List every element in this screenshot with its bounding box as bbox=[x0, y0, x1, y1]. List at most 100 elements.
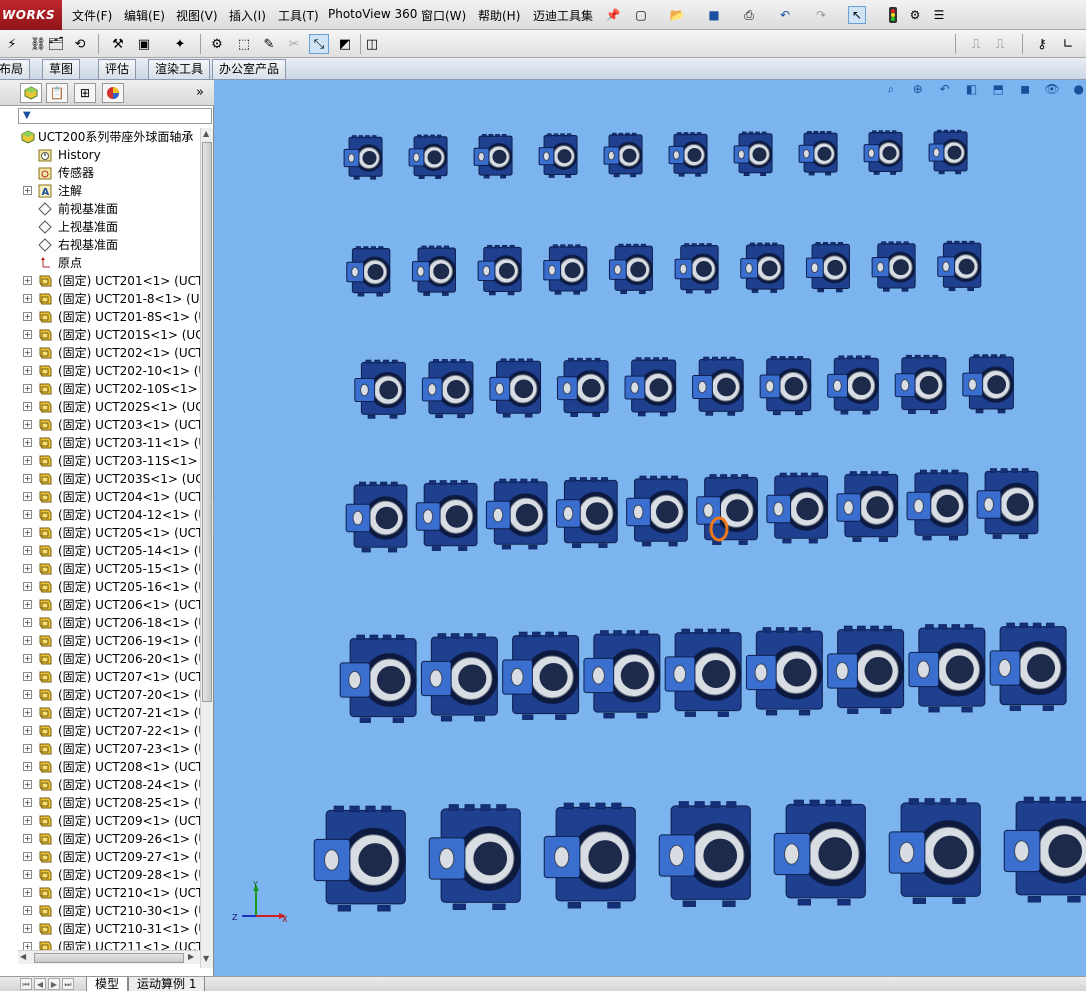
bearing-unit[interactable] bbox=[556, 357, 609, 417]
interference-detection-icon[interactable]: ✂ bbox=[284, 34, 304, 54]
expand-toggle-icon[interactable]: + bbox=[23, 294, 32, 303]
bearing-unit[interactable] bbox=[692, 356, 744, 416]
expand-toggle-icon[interactable]: + bbox=[23, 888, 32, 897]
bearing-unit[interactable] bbox=[428, 804, 521, 910]
expand-toggle-icon[interactable]: + bbox=[23, 834, 32, 843]
expand-toggle-icon[interactable]: + bbox=[23, 672, 32, 681]
bearing-unit[interactable] bbox=[583, 630, 661, 719]
bearing-unit[interactable] bbox=[502, 631, 580, 720]
last-tab-icon[interactable]: ⏭ bbox=[62, 978, 74, 990]
bearing-unit[interactable] bbox=[740, 242, 785, 293]
expand-toggle-icon[interactable]: + bbox=[23, 906, 32, 915]
bearing-unit[interactable] bbox=[408, 134, 448, 180]
large-assembly-mode-icon[interactable]: ◩ bbox=[335, 34, 355, 54]
scroll-up-icon[interactable]: ▲ bbox=[203, 129, 209, 138]
bearing-unit[interactable] bbox=[624, 357, 677, 417]
menu-window[interactable]: 窗口(W) bbox=[421, 7, 466, 24]
bearing-unit[interactable] bbox=[1003, 796, 1086, 903]
bearing-unit[interactable] bbox=[962, 354, 1014, 414]
traffic-light-icon[interactable] bbox=[884, 6, 902, 24]
zoom-to-fit-icon[interactable]: ⌕ bbox=[882, 82, 900, 100]
expand-toggle-icon[interactable]: + bbox=[23, 618, 32, 627]
expand-toggle-icon[interactable]: + bbox=[23, 366, 32, 375]
bearing-unit[interactable] bbox=[543, 244, 588, 295]
open-folder-icon[interactable]: 📂 bbox=[668, 6, 686, 24]
bearing-unit[interactable] bbox=[976, 468, 1039, 539]
options-icon[interactable]: ⚙ bbox=[906, 6, 924, 24]
menu-insert[interactable]: 插入(I) bbox=[229, 7, 266, 24]
prev-tab-icon[interactable]: ◀ bbox=[34, 978, 46, 990]
zoom-to-area-icon[interactable]: ⊕ bbox=[909, 82, 927, 100]
exploded-view-icon[interactable]: ⬚ bbox=[234, 34, 254, 54]
bearing-unit[interactable] bbox=[827, 355, 879, 415]
reference-geometry-icon[interactable]: ▣ bbox=[134, 34, 154, 54]
expand-toggle-icon[interactable]: + bbox=[23, 546, 32, 555]
bearing-unit[interactable] bbox=[420, 633, 498, 722]
expand-toggle-icon[interactable]: + bbox=[23, 438, 32, 447]
assembly-features-icon[interactable]: ⚒ bbox=[108, 34, 128, 54]
menu-edit[interactable]: 编辑(E) bbox=[124, 7, 165, 24]
bearing-unit[interactable] bbox=[871, 241, 916, 292]
bearing-unit[interactable] bbox=[805, 242, 851, 293]
expand-toggle-icon[interactable]: + bbox=[23, 186, 32, 195]
expand-toggle-icon[interactable]: + bbox=[23, 582, 32, 591]
bearing-unit[interactable] bbox=[603, 132, 643, 178]
tab-motion-study[interactable]: 运动算例 1 bbox=[128, 977, 206, 991]
mate-icon[interactable]: 🗂 bbox=[46, 34, 66, 54]
expand-toggle-icon[interactable]: + bbox=[23, 474, 32, 483]
bearing-unit[interactable] bbox=[415, 480, 478, 551]
bearing-unit[interactable] bbox=[346, 246, 391, 297]
expand-toggle-icon[interactable]: + bbox=[23, 420, 32, 429]
expand-toggle-icon[interactable]: + bbox=[23, 852, 32, 861]
bearing-unit[interactable] bbox=[928, 129, 968, 175]
expand-toggle-icon[interactable]: + bbox=[23, 276, 32, 285]
new-motion-study-icon[interactable]: ✦ bbox=[170, 34, 190, 54]
new-document-icon[interactable]: ▢ bbox=[632, 6, 650, 24]
bearing-unit[interactable] bbox=[937, 240, 982, 292]
bearing-unit[interactable] bbox=[674, 243, 719, 294]
bearing-unit[interactable] bbox=[608, 243, 654, 295]
expand-panel-icon[interactable]: » bbox=[196, 85, 204, 100]
bearing-unit[interactable] bbox=[827, 625, 905, 714]
bearing-unit[interactable] bbox=[339, 634, 417, 723]
bearing-unit[interactable] bbox=[894, 354, 947, 414]
next-tab-icon[interactable]: ▶ bbox=[48, 978, 60, 990]
key-icon[interactable]: ⚷ bbox=[1032, 34, 1052, 54]
tab-sketch[interactable]: 草图 bbox=[42, 59, 81, 79]
expand-toggle-icon[interactable]: + bbox=[23, 762, 32, 771]
line-style-icon[interactable]: ⎍ bbox=[990, 34, 1010, 54]
expand-toggle-icon[interactable]: + bbox=[23, 330, 32, 339]
expand-toggle-icon[interactable]: + bbox=[23, 600, 32, 609]
tab-model[interactable]: 模型 bbox=[86, 977, 129, 991]
menu-photoview[interactable]: PhotoView 360 bbox=[328, 7, 417, 21]
bearing-unit[interactable] bbox=[421, 359, 474, 419]
expand-toggle-icon[interactable]: + bbox=[23, 798, 32, 807]
scroll-down-icon[interactable]: ▼ bbox=[203, 954, 209, 963]
expand-toggle-icon[interactable]: + bbox=[23, 744, 32, 753]
tab-evaluate[interactable]: 评估 bbox=[98, 59, 137, 79]
select-arrow-icon[interactable]: ↖ bbox=[848, 6, 866, 24]
insert-components-icon[interactable]: ⛓ bbox=[28, 34, 48, 54]
pin-icon[interactable]: 📌 bbox=[604, 6, 622, 24]
bearing-unit[interactable] bbox=[538, 133, 578, 178]
bearing-unit[interactable] bbox=[798, 130, 838, 176]
expand-toggle-icon[interactable]: + bbox=[23, 564, 32, 573]
bearing-unit[interactable] bbox=[664, 628, 742, 717]
bearing-unit[interactable] bbox=[836, 471, 899, 542]
expand-toggle-icon[interactable]: + bbox=[23, 870, 32, 879]
line-format-icon[interactable]: ⎍ bbox=[966, 34, 986, 54]
explode-line-sketch-icon[interactable]: ✎ bbox=[259, 34, 279, 54]
bearing-unit[interactable] bbox=[411, 245, 457, 296]
bearing-unit[interactable] bbox=[668, 132, 708, 177]
save-icon[interactable]: ■ bbox=[705, 6, 723, 24]
bearing-unit[interactable] bbox=[863, 130, 903, 175]
bearing-unit[interactable] bbox=[759, 356, 812, 416]
expand-toggle-icon[interactable]: + bbox=[23, 384, 32, 393]
scroll-thumb[interactable] bbox=[202, 142, 212, 702]
expand-toggle-icon[interactable]: + bbox=[23, 690, 32, 699]
menu-tools[interactable]: 工具(T) bbox=[278, 7, 319, 24]
tree-horizontal-scrollbar[interactable]: ◀ ▶ bbox=[18, 950, 200, 964]
redo-icon[interactable]: ↷ bbox=[812, 6, 830, 24]
h-scroll-thumb[interactable] bbox=[34, 953, 184, 963]
bearing-unit[interactable] bbox=[745, 627, 823, 716]
